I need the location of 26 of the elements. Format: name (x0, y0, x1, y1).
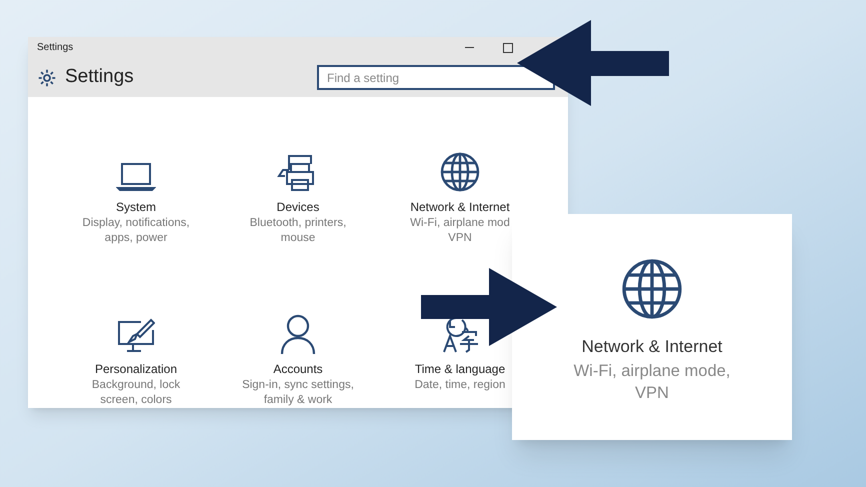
card-title: Network & Internet (582, 336, 722, 358)
category-title[interactable]: Accounts (273, 360, 323, 378)
maximize-button[interactable] (503, 42, 513, 53)
category-description: Date, time, region (414, 378, 506, 393)
settings-heading: Settings (65, 65, 134, 90)
paintbrush-monitor-icon (117, 318, 155, 354)
arrow-icon (517, 20, 669, 106)
laptop-icon (116, 162, 156, 192)
category-description: Sign-in, sync settings, family & work (241, 378, 355, 408)
category-description: Display, notifications, apps, power (81, 216, 191, 246)
category-title[interactable]: Time & language (414, 360, 506, 378)
card-description: Wi-Fi, airplane mode, VPN (572, 360, 732, 404)
globe-icon (621, 258, 683, 320)
category-description: Wi-Fi, airplane mod VPN (409, 216, 511, 246)
globe-icon (440, 152, 480, 192)
category-title[interactable]: Personalization (94, 360, 178, 378)
category-title[interactable]: Devices (276, 198, 320, 216)
category-title[interactable]: System (116, 198, 156, 216)
category-description: Background, lock screen, colors (90, 378, 182, 408)
category-title[interactable]: Network & Internet (410, 198, 510, 216)
category-description: Bluetooth, printers, mouse (248, 216, 348, 246)
search-field[interactable]: Find a setting (317, 65, 555, 90)
window-title: Settings (37, 41, 74, 56)
person-icon (280, 314, 316, 354)
arrow-icon (421, 268, 557, 346)
settings-icon (38, 68, 56, 87)
